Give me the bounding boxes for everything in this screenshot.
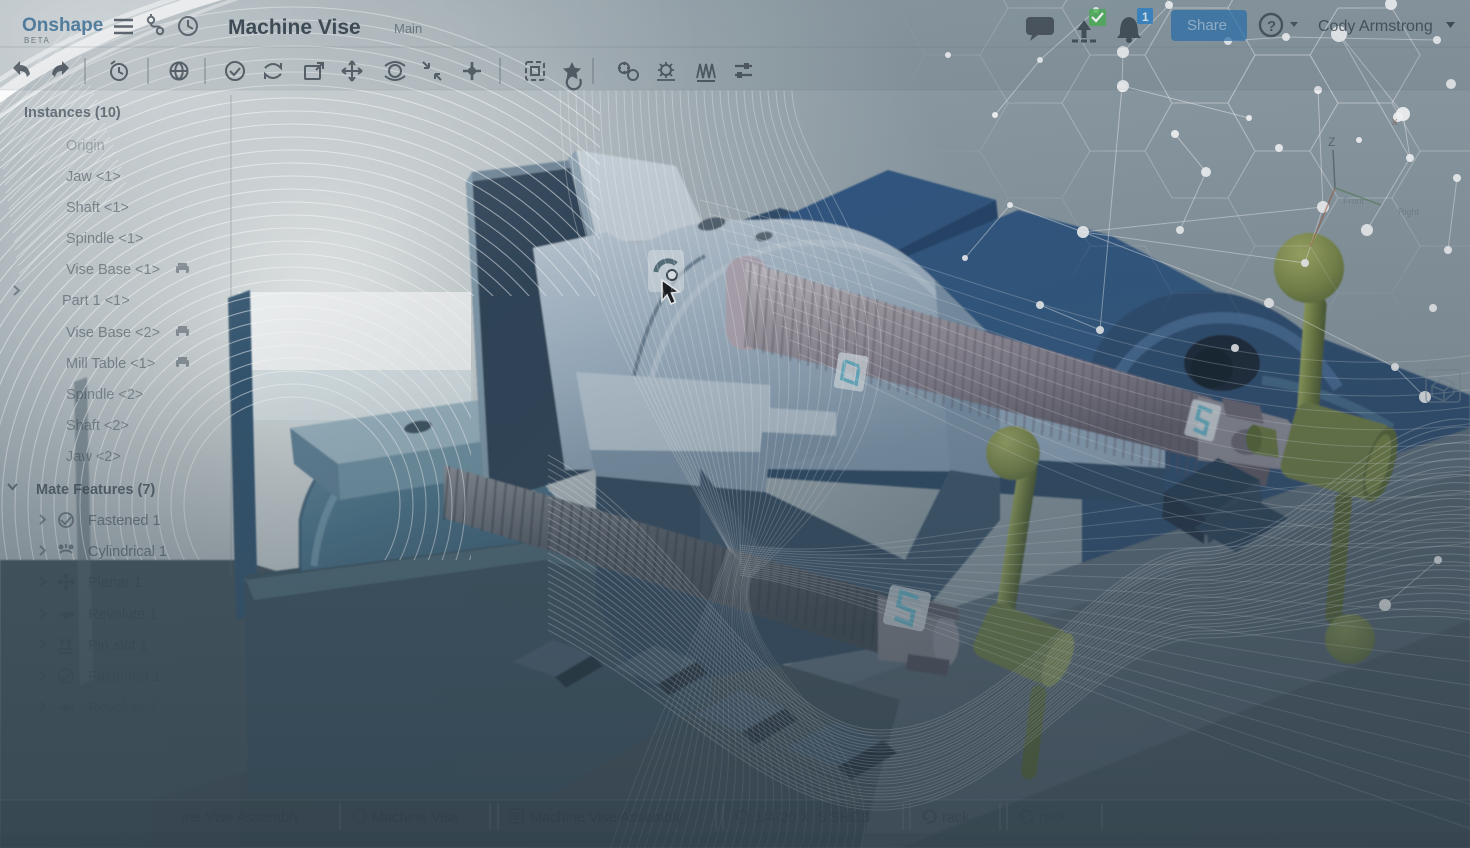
svg-text:Shaft <2>: Shaft <2> bbox=[66, 418, 129, 434]
svg-text:Origin: Origin bbox=[66, 138, 105, 154]
svg-text:Vise Base <2>: Vise Base <2> bbox=[66, 325, 160, 341]
svg-text:1: 1 bbox=[1142, 10, 1149, 24]
svg-text:Machine Vise: Machine Vise bbox=[228, 16, 361, 39]
svg-text:Instances (10): Instances (10) bbox=[24, 105, 121, 121]
svg-text:Mate Features (7): Mate Features (7) bbox=[36, 482, 155, 498]
svg-text:...ine Vise Assembly ...: ...ine Vise Assembly ... bbox=[170, 810, 316, 826]
svg-text:Cylindrical 1: Cylindrical 1 bbox=[88, 544, 167, 560]
svg-text:Revolute 1: Revolute 1 bbox=[88, 700, 157, 716]
svg-text:Share: Share bbox=[1187, 17, 1227, 34]
svg-text:Planar 1: Planar 1 bbox=[88, 575, 142, 591]
svg-text:Main: Main bbox=[394, 21, 422, 36]
svg-text:Pin slot 1: Pin slot 1 bbox=[88, 638, 148, 654]
svg-text:Vise Base <1>: Vise Base <1> bbox=[66, 262, 160, 278]
svg-text:Spindle <1>: Spindle <1> bbox=[66, 231, 143, 247]
svg-text:Shaft <1>: Shaft <1> bbox=[66, 200, 129, 216]
svg-text:?: ? bbox=[1267, 18, 1276, 35]
svg-text:Part 1 <1>: Part 1 <1> bbox=[62, 293, 130, 309]
svg-text:rack: rack bbox=[942, 810, 970, 826]
svg-text:Cody Armstrong: Cody Armstrong bbox=[1318, 18, 1433, 35]
svg-text:rack ...: rack ... bbox=[1039, 810, 1083, 826]
svg-text:Fastened 1: Fastened 1 bbox=[88, 669, 161, 685]
svg-text:Machine Vise: Machine Vise bbox=[372, 810, 459, 826]
svg-text:Machine Vise Assembly: Machine Vise Assembly bbox=[530, 810, 684, 826]
svg-text:Spindle <2>: Spindle <2> bbox=[66, 387, 143, 403]
svg-text:1/4-20 X .5 SHCS: 1/4-20 X .5 SHCS bbox=[755, 810, 870, 826]
svg-text:Revolute 1: Revolute 1 bbox=[88, 607, 157, 623]
svg-text:Onshape: Onshape bbox=[22, 15, 103, 36]
svg-text:Jaw <2>: Jaw <2> bbox=[66, 449, 121, 465]
svg-text:BETA: BETA bbox=[24, 36, 50, 45]
svg-text:Fastened 1: Fastened 1 bbox=[88, 513, 161, 529]
svg-text:Jaw <1>: Jaw <1> bbox=[66, 169, 121, 185]
svg-text:Mill Table <1>: Mill Table <1> bbox=[66, 356, 155, 372]
